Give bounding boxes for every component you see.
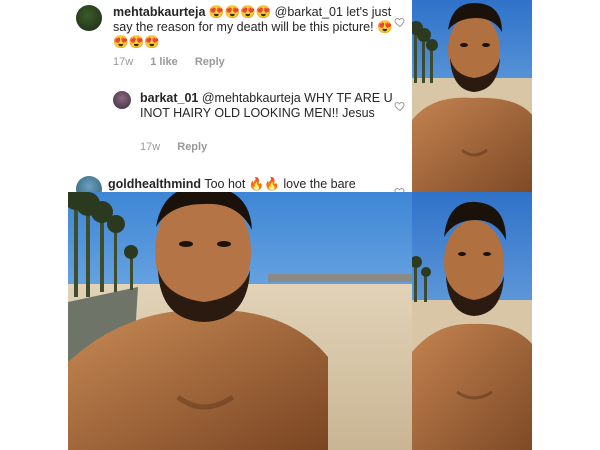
heart-icon[interactable]	[394, 100, 406, 112]
comment-meta: 17w 1 like Reply	[113, 56, 239, 68]
comments-panel: mehtabkaurteja 😍😍😍😍 @barkat_01 let's jus…	[68, 0, 412, 192]
comment-item: goldhealthmind Too hot 🔥🔥 love the bare	[68, 172, 412, 192]
comment-text: Too hot 🔥🔥 love the bare	[204, 177, 356, 191]
comment-item: barkat_01 @mehtabkaurteja WHY TF ARE U I…	[68, 84, 412, 156]
comment-text: 😍😍😍😍	[208, 5, 272, 19]
comment-username[interactable]: barkat_01	[140, 91, 198, 105]
avatar[interactable]	[76, 176, 102, 192]
comment-username[interactable]: mehtabkaurteja	[113, 5, 205, 19]
photo-image	[68, 192, 412, 450]
comment-time: 17w	[140, 141, 161, 153]
heart-icon[interactable]	[394, 16, 406, 28]
comment-username[interactable]: goldhealthmind	[108, 177, 201, 191]
photo-image	[412, 0, 532, 192]
beach-selfie-photo-large	[68, 192, 412, 450]
avatar[interactable]	[113, 91, 131, 109]
selfie-photo-bottom-right	[412, 192, 532, 450]
reply-link[interactable]: Reply	[195, 56, 225, 68]
comment-time: 17w	[113, 56, 134, 68]
selfie-photo-top-right	[412, 0, 532, 192]
avatar[interactable]	[76, 5, 102, 31]
reply-link[interactable]: Reply	[177, 141, 207, 153]
comment-likes[interactable]: 1 like	[150, 56, 178, 68]
photo-image	[412, 192, 532, 450]
comment-meta: 17w Reply	[140, 141, 221, 153]
comment-item: mehtabkaurteja 😍😍😍😍 @barkat_01 let's jus…	[68, 0, 412, 75]
